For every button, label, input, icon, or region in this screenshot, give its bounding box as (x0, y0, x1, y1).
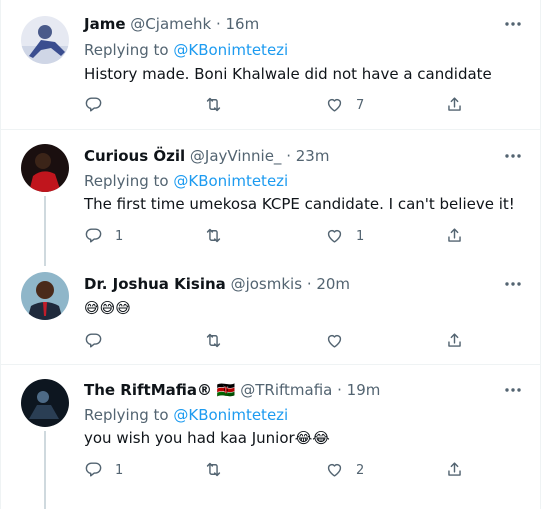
share-icon (445, 95, 464, 118)
like-icon (325, 226, 344, 249)
tweet-text: 😅😅😅 (84, 299, 131, 317)
avatar[interactable] (21, 144, 69, 192)
avatar[interactable] (21, 272, 69, 320)
tweet-text: History made. Boni Khalwale did not have… (84, 65, 492, 83)
like-count: 2 (356, 463, 365, 478)
reply-button[interactable]: 1 (84, 227, 123, 247)
reply-count: 1 (115, 463, 124, 478)
avatar[interactable] (21, 16, 69, 64)
thread-line (44, 431, 46, 509)
like-button[interactable]: 7 (325, 96, 364, 116)
like-button[interactable]: 1 (325, 227, 364, 247)
replying-to-handle[interactable]: @KBonimtetezi (173, 406, 288, 424)
retweet-button[interactable] (204, 461, 235, 481)
display-name[interactable]: The RiftMafia® (84, 381, 212, 399)
retweet-button[interactable] (204, 332, 235, 352)
replying-to-label: Replying to (84, 406, 169, 424)
handle[interactable]: @Cjamehk (130, 15, 211, 33)
reply-icon (84, 460, 103, 483)
share-icon (445, 460, 464, 483)
reply-button[interactable]: 1 (84, 461, 123, 481)
timestamp[interactable]: · 23m (286, 147, 329, 165)
like-count: 7 (356, 98, 365, 113)
more-icon[interactable] (503, 14, 523, 34)
tweet-riftmafia[interactable]: The RiftMafia® 🇰🇪 @TRiftmafia · 19m Repl… (1, 365, 541, 509)
display-name[interactable]: Dr. Joshua Kisina (84, 275, 226, 293)
handle[interactable]: @josmkis (231, 275, 302, 293)
replying-to-label: Replying to (84, 41, 169, 59)
retweet-icon (204, 226, 223, 249)
timestamp[interactable]: · 16m (216, 15, 259, 33)
replying-to-handle[interactable]: @KBonimtetezi (173, 172, 288, 190)
more-icon[interactable] (503, 146, 523, 166)
avatar[interactable] (21, 379, 69, 427)
share-button[interactable] (445, 332, 464, 352)
retweet-icon (204, 95, 223, 118)
like-icon (325, 95, 344, 118)
more-icon[interactable] (503, 380, 523, 400)
tweet-text: you wish you had kaa Junior (84, 429, 295, 447)
reply-icon (84, 95, 103, 118)
reply-icon (84, 331, 103, 354)
retweet-icon (204, 331, 223, 354)
share-icon (445, 226, 464, 249)
reply-icon (84, 226, 103, 249)
retweet-button[interactable] (204, 227, 235, 247)
retweet-icon (204, 460, 223, 483)
thread-line (44, 196, 46, 266)
like-icon (325, 331, 344, 354)
flag-kenya: 🇰🇪 (216, 381, 236, 399)
like-count: 1 (356, 229, 365, 244)
share-button[interactable] (445, 227, 464, 247)
more-icon[interactable] (503, 274, 523, 294)
timestamp[interactable]: · 19m (337, 381, 380, 399)
tweet-text: The first time umekosa KCPE candidate. I… (84, 195, 515, 213)
tweet-joshua-kisina[interactable]: Dr. Joshua Kisina @josmkis · 20m 😅😅😅 (1, 260, 541, 364)
like-button[interactable] (325, 332, 356, 352)
tweet-emoji: 😂😂 (294, 429, 330, 447)
tweet-curious-ozil[interactable]: Curious Özil @JayVinnie_ · 23m Replying … (1, 130, 541, 266)
share-button[interactable] (445, 96, 464, 116)
timestamp[interactable]: · 20m (307, 275, 350, 293)
display-name[interactable]: Curious Özil (84, 147, 185, 165)
like-icon (325, 460, 344, 483)
retweet-button[interactable] (204, 96, 235, 116)
reply-count: 1 (115, 229, 124, 244)
replying-to-label: Replying to (84, 172, 169, 190)
tweet-jame[interactable]: Jame @Cjamehk · 16m Replying to @KBonimt… (1, 0, 541, 129)
share-button[interactable] (445, 461, 464, 481)
reply-feed: Jame @Cjamehk · 16m Replying to @KBonimt… (0, 0, 541, 509)
handle[interactable]: @JayVinnie_ (190, 147, 282, 165)
reply-button[interactable] (84, 96, 115, 116)
like-button[interactable]: 2 (325, 461, 364, 481)
share-icon (445, 331, 464, 354)
replying-to-handle[interactable]: @KBonimtetezi (173, 41, 288, 59)
handle[interactable]: @TRiftmafia (240, 381, 332, 399)
display-name[interactable]: Jame (84, 15, 126, 33)
reply-button[interactable] (84, 332, 115, 352)
